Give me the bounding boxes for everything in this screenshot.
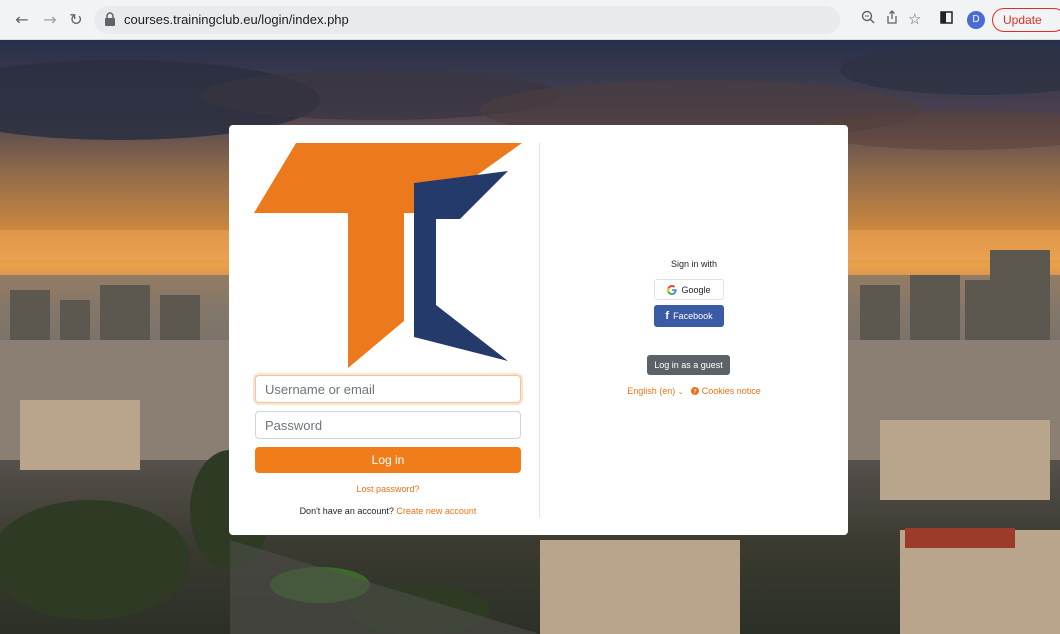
create-account-link[interactable]: Create new account — [396, 506, 476, 516]
footer-links: English (en) ⌄ ? Cookies notice — [540, 386, 848, 396]
username-input[interactable] — [255, 375, 521, 403]
language-selector[interactable]: English (en) ⌄ — [627, 386, 683, 396]
forward-arrow-icon[interactable]: → — [38, 8, 62, 32]
update-button[interactable]: Update — [992, 8, 1060, 32]
google-icon — [667, 284, 678, 295]
cookies-notice-label: Cookies notice — [701, 386, 761, 396]
browser-toolbar: ← → ↻ courses.trainingclub.eu/login/inde… — [0, 0, 1060, 40]
address-bar[interactable]: courses.trainingclub.eu/login/index.php — [94, 6, 840, 34]
profile-avatar[interactable]: D — [967, 11, 985, 29]
cookies-notice-link[interactable]: ? Cookies notice — [691, 386, 761, 396]
google-label: Google — [681, 284, 711, 295]
login-card: Log in Lost password? Don't have an acco… — [229, 125, 848, 535]
side-panel-icon[interactable] — [940, 10, 953, 30]
bookmark-star-icon[interactable]: ☆ — [908, 9, 921, 29]
chevron-down-icon: ⌄ — [677, 389, 684, 396]
question-circle-icon: ? — [691, 387, 700, 395]
sign-in-with-heading: Sign in with — [670, 259, 718, 269]
trainingclub-logo — [254, 143, 522, 368]
update-label: Update — [1003, 13, 1042, 27]
zoom-icon[interactable] — [861, 10, 875, 30]
reload-icon[interactable]: ↻ — [64, 8, 88, 32]
url-text: courses.trainingclub.eu/login/index.php — [124, 12, 349, 27]
language-label: English (en) — [627, 386, 676, 396]
signup-prompt: Don't have an account? Create new accoun… — [255, 506, 521, 516]
facebook-icon: f — [665, 310, 670, 322]
facebook-label: Facebook — [673, 311, 713, 321]
guest-login-button[interactable]: Log in as a guest — [647, 355, 730, 375]
no-account-text: Don't have an account? — [299, 506, 394, 516]
share-icon[interactable] — [885, 10, 899, 30]
back-arrow-icon[interactable]: ← — [10, 8, 34, 32]
lock-icon — [105, 12, 115, 26]
card-divider — [539, 143, 540, 517]
svg-text:?: ? — [694, 388, 697, 395]
facebook-signin-button[interactable]: f Facebook — [654, 305, 724, 327]
lost-password-link[interactable]: Lost password? — [255, 484, 521, 494]
google-signin-button[interactable]: Google — [654, 279, 724, 300]
password-input[interactable] — [255, 411, 521, 439]
login-button[interactable]: Log in — [255, 447, 521, 473]
